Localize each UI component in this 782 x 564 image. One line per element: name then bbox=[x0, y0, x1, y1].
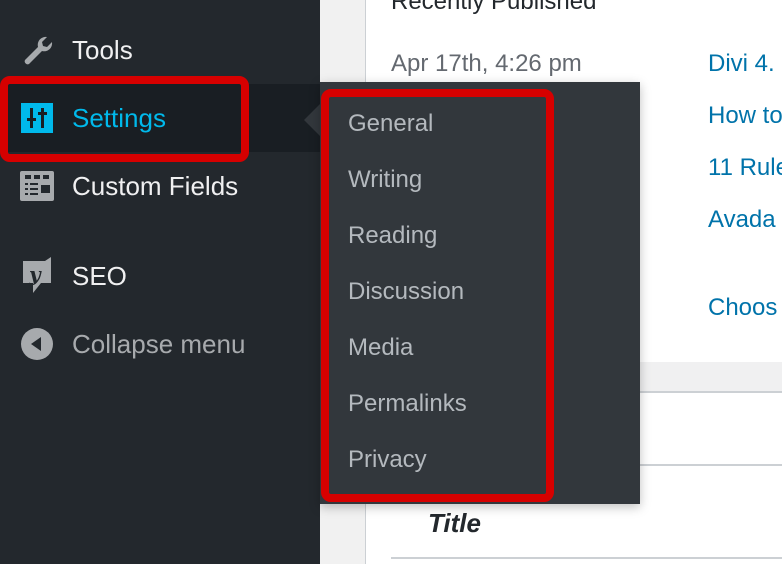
sidebar-item-label: Collapse menu bbox=[72, 328, 246, 359]
publish-date: Apr 17th, 4:26 pm bbox=[391, 50, 582, 77]
sidebar-item-label: Tools bbox=[72, 34, 133, 65]
sidebar-item-label: Custom Fields bbox=[72, 170, 239, 201]
post-link[interactable]: How to bbox=[708, 102, 782, 130]
svg-text:y: y bbox=[28, 262, 42, 286]
sidebar-item-seo[interactable]: y SEO bbox=[0, 242, 320, 310]
submenu-highlight-box bbox=[321, 89, 554, 502]
post-link[interactable]: Avada bbox=[708, 206, 776, 234]
post-link[interactable]: Divi 4. bbox=[708, 50, 775, 78]
widget-heading: Recently Published bbox=[391, 0, 597, 15]
admin-sidebar: Tools Settings Custom Fields y SEO Colla… bbox=[0, 0, 320, 564]
sidebar-item-label: SEO bbox=[72, 260, 127, 291]
custom-fields-icon bbox=[20, 169, 54, 203]
wrench-icon bbox=[20, 33, 54, 67]
settings-submenu: General Writing Reading Discussion Media… bbox=[320, 82, 640, 504]
flyout-pointer bbox=[304, 104, 320, 136]
collapse-arrow-icon bbox=[20, 327, 54, 361]
sidebar-item-custom-fields[interactable]: Custom Fields bbox=[0, 152, 320, 220]
yoast-seo-icon: y bbox=[20, 257, 54, 293]
table-header-title: Title bbox=[428, 508, 481, 538]
sidebar-item-tools[interactable]: Tools bbox=[0, 16, 320, 84]
settings-highlight-box bbox=[0, 76, 249, 162]
collapse-menu-button[interactable]: Collapse menu bbox=[0, 310, 320, 378]
divider bbox=[391, 557, 782, 559]
post-link[interactable]: 11 Rule bbox=[708, 154, 782, 182]
post-link[interactable]: Choos bbox=[708, 294, 777, 322]
